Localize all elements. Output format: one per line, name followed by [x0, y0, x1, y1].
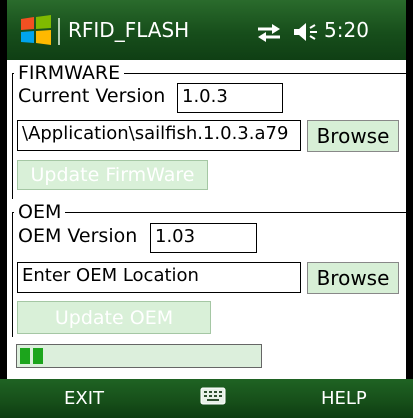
oem-version-field[interactable]: 1.03 [150, 223, 257, 253]
current-version-field[interactable]: 1.0.3 [177, 83, 283, 113]
update-firmware-button[interactable]: Update FirmWare [17, 160, 208, 190]
clock-time[interactable]: 5:20 [324, 14, 369, 46]
title-separator [58, 18, 60, 45]
oem-legend: OEM [14, 201, 66, 223]
oem-location-field[interactable]: Enter OEM Location [17, 262, 301, 293]
flash-progress-bar [16, 344, 262, 368]
left-frame-edge [0, 0, 7, 418]
progress-block [20, 348, 30, 364]
keyboard-icon[interactable] [200, 386, 226, 406]
oem-browse-button[interactable]: Browse [307, 262, 399, 294]
exit-softkey[interactable]: EXIT [64, 387, 104, 411]
right-frame-edge [406, 0, 413, 418]
firmware-legend: FIRMWARE [14, 62, 125, 84]
softkey-bar: EXIT HELP [0, 379, 413, 418]
help-softkey[interactable]: HELP [321, 387, 367, 411]
firmware-browse-button[interactable]: Browse [307, 120, 399, 152]
app-title: RFID_FLASH [68, 18, 190, 42]
update-oem-button[interactable]: Update OEM [17, 301, 211, 334]
current-version-label: Current Version [18, 85, 166, 107]
sync-arrows-icon[interactable] [254, 22, 284, 44]
oem-version-label: OEM Version [18, 225, 138, 247]
volume-icon[interactable] [292, 20, 322, 44]
progress-block [33, 348, 43, 364]
title-bar: RFID_FLASH 5:20 [0, 0, 413, 60]
windows-start-icon[interactable] [19, 15, 53, 47]
firmware-path-field[interactable]: \Application\sailfish.1.0.3.a79 [17, 120, 301, 151]
